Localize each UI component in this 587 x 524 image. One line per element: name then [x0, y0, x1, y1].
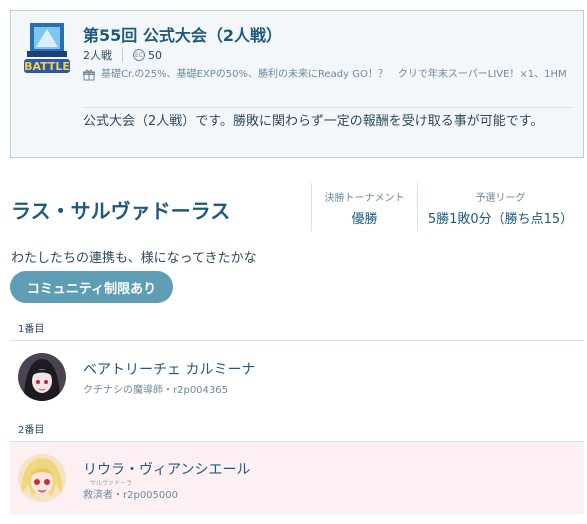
member-name[interactable]: リウラ・ヴィアンシエール — [83, 459, 250, 479]
gift-icon — [83, 69, 95, 81]
logo-text: BATTLE — [24, 60, 70, 73]
event-mode: 2人戦 — [83, 49, 112, 62]
avatar[interactable] — [18, 353, 66, 401]
card-divider — [83, 107, 573, 108]
community-restriction-button[interactable]: コミュニティ制限あり — [10, 271, 173, 303]
character-name: ラス・サルヴァドーラス — [11, 199, 231, 223]
member-row[interactable]: リウラ・ヴィアンシエール サルヴァドーラ 救済者・r2p005000 — [10, 442, 584, 514]
cost-coin-icon: EC — [133, 49, 145, 61]
tournament-stat: 決勝トーナメント 優勝 — [311, 183, 417, 231]
member-subtitle: 救済者・r2p005000 — [83, 490, 178, 501]
reward-row: 基礎Cr.の25%、基礎EXPの50%、勝利の未来にReady GO！？ クリで… — [83, 67, 573, 83]
league-stat: 予選リーグ 5勝1敗0分（勝ち点15） — [417, 183, 583, 231]
avatar[interactable] — [18, 454, 66, 502]
member-order-label: 2番目 — [18, 425, 45, 436]
event-title: 第55回 公式大会（2人戦） — [83, 26, 282, 45]
league-label: 予選リーグ — [475, 193, 526, 204]
member-row[interactable]: ベアトリーチェ カルミーナ クチナシの魔導師・r2p004365 — [10, 341, 584, 413]
team-quote: わたしたちの連携も、様になってきたかな — [11, 251, 257, 266]
tournament-label: 決勝トーナメント — [324, 193, 405, 204]
member-name[interactable]: ベアトリーチェ カルミーナ — [83, 359, 255, 379]
member-subtitle: クチナシの魔導師・r2p004365 — [83, 385, 228, 396]
event-description: 公式大会（2人戦）です。勝敗に関わらず一定の報酬を受け取る事が可能です。 — [83, 114, 544, 129]
meta-divider — [122, 48, 123, 62]
event-meta: 2人戦 EC 50 — [83, 47, 162, 63]
member-order-label: 1番目 — [18, 324, 45, 335]
event-card: BATTLE 第55回 公式大会（2人戦） 2人戦 EC 50 基礎Cr.の25… — [10, 10, 584, 158]
event-cost: 50 — [148, 48, 162, 62]
tournament-value: 優勝 — [351, 212, 378, 227]
battle-logo-icon: BATTLE — [22, 21, 72, 79]
league-value: 5勝1敗0分（勝ち点15） — [427, 212, 574, 227]
reward-text: 基礎Cr.の25%、基礎EXPの50%、勝利の未来にReady GO！？ クリで… — [101, 69, 567, 80]
